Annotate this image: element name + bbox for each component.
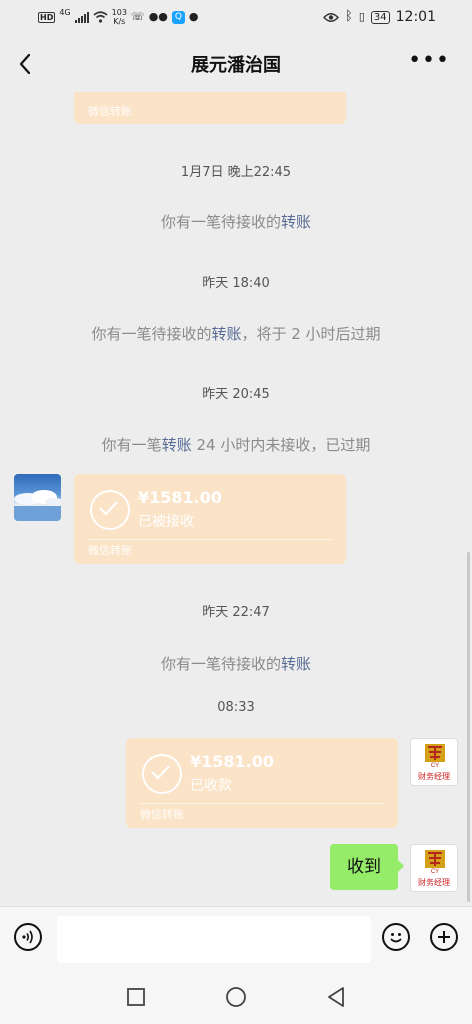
timestamp: 08:33 — [217, 700, 255, 715]
sky-photo-image — [14, 490, 61, 521]
eye-icon — [323, 12, 339, 22]
message-icon: ● — [188, 10, 199, 23]
card-footer: 微信转账 — [88, 544, 132, 557]
transfer-card-received[interactable]: ¥1581.00 已被接收 微信转账 — [74, 474, 346, 564]
system-message: 你有一笔待接收的转账 — [0, 653, 472, 674]
contact-avatar[interactable] — [14, 474, 61, 521]
clock: 12:01 — [395, 9, 436, 25]
network-type: 4G — [59, 8, 71, 17]
system-text: 你有一笔待接收的 — [91, 325, 212, 343]
transfer-status: 已收款 — [190, 778, 232, 794]
check-circle-icon — [142, 754, 182, 794]
system-text: 24 小时内未接收，已过期 — [191, 436, 371, 454]
tax-seal-icon: CY — [425, 850, 445, 874]
chat-header: 展元潘治国 ••• — [0, 36, 472, 92]
emoji-icon[interactable] — [382, 923, 410, 951]
hd-icon: HD — [38, 11, 56, 23]
transfer-link[interactable]: 转账 — [281, 213, 311, 231]
system-text: ，将于 2 小时后过期 — [241, 325, 381, 343]
card-divider — [140, 803, 384, 804]
my-message-bubble[interactable]: 收到 — [330, 844, 404, 890]
transfer-status: 已被接收 — [138, 514, 194, 530]
transfer-card-partial[interactable]: 微信转账 — [74, 92, 346, 124]
system-nav-bar — [0, 970, 472, 1024]
missed-call-icon: ☏ — [130, 10, 145, 23]
transfer-card-accepted[interactable]: ¥1581.00 已收款 微信转账 — [126, 738, 398, 828]
chat-title: 展元潘治国 — [191, 55, 281, 76]
wifi-icon — [93, 11, 108, 23]
timestamp: 昨天 18:40 — [202, 276, 270, 291]
qq-icon: Q — [171, 10, 185, 24]
circle-icon[interactable] — [225, 986, 247, 1008]
input-bar — [0, 906, 472, 971]
system-message: 你有一笔待接收的转账 — [0, 211, 472, 232]
more-icon[interactable]: ••• — [408, 48, 450, 73]
my-avatar[interactable]: CY 财务经理 — [410, 738, 458, 786]
check-circle-icon — [90, 490, 130, 530]
voice-icon[interactable] — [14, 923, 42, 951]
timestamp: 昨天 22:47 — [202, 605, 270, 620]
card-footer: 微信转账 — [140, 808, 184, 821]
chat-scrollbar[interactable] — [467, 552, 470, 902]
avatar-letters: CY — [431, 869, 439, 874]
status-bar: HD 4G 103 K/s ☏ ●● Q ● ᛒ ▯ 34 12:01 — [0, 0, 472, 36]
chat-area[interactable]: 微信转账 1月7日 晚上22:45 你有一笔待接收的转账 昨天 18:40 你有… — [0, 92, 472, 906]
transfer-amount: ¥1581.00 — [190, 752, 275, 771]
my-avatar[interactable]: CY 财务经理 — [410, 844, 458, 892]
speed-value: 103 — [111, 8, 127, 17]
timestamp: 昨天 20:45 — [202, 387, 270, 402]
transfer-amount: ¥1581.00 — [138, 488, 223, 507]
vibrate-icon: ▯ — [358, 10, 365, 23]
system-text: 你有一笔 — [101, 436, 162, 454]
square-icon[interactable] — [126, 987, 146, 1007]
system-message: 你有一笔转账 24 小时内未接收，已过期 — [0, 434, 472, 455]
tax-seal-icon: CY — [425, 744, 445, 768]
avatar-letters: CY — [431, 763, 439, 768]
battery-icon: 34 — [370, 10, 390, 24]
plus-circle-icon[interactable] — [430, 923, 458, 951]
transfer-link[interactable]: 转账 — [162, 436, 192, 454]
transfer-link[interactable]: 转账 — [281, 655, 311, 673]
bluetooth-icon: ᛒ — [345, 9, 353, 24]
card-divider — [88, 539, 332, 540]
wechat-icon: ●● — [148, 10, 168, 23]
system-message: 你有一笔待接收的转账，将于 2 小时后过期 — [0, 323, 472, 344]
triangle-back-icon[interactable] — [326, 986, 346, 1008]
avatar-caption: 财务经理 — [418, 772, 450, 781]
signal-icon — [74, 11, 89, 23]
timestamp: 1月7日 晚上22:45 — [180, 165, 292, 180]
message-input[interactable] — [57, 916, 371, 963]
avatar-caption: 财务经理 — [418, 878, 450, 887]
system-text: 你有一笔待接收的 — [160, 213, 281, 231]
system-text: 你有一笔待接收的 — [160, 655, 281, 673]
card-footer: 微信转账 — [88, 105, 132, 118]
transfer-link[interactable]: 转账 — [211, 325, 241, 343]
speed-unit: K/s — [113, 17, 126, 26]
network-speed: 103 K/s — [112, 8, 127, 26]
